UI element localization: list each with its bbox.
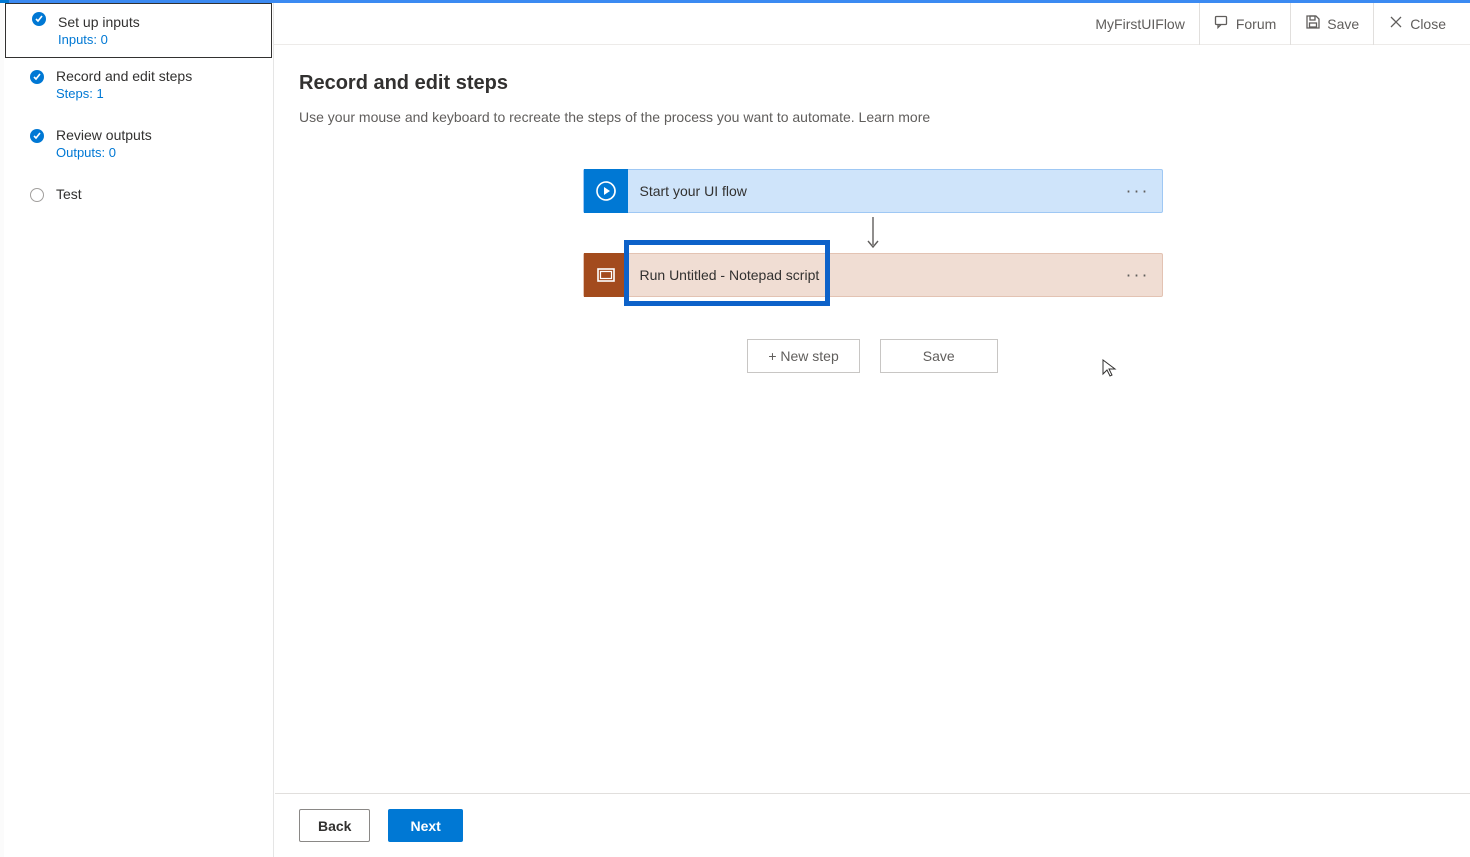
sidebar-step-sub: Steps: 1: [56, 86, 273, 101]
close-label: Close: [1410, 16, 1446, 32]
app-icon: [584, 253, 628, 297]
sidebar-step-title: Record and edit steps: [56, 68, 273, 84]
check-icon: [30, 129, 44, 143]
page-description: Use your mouse and keyboard to recreate …: [299, 109, 1446, 125]
next-button[interactable]: Next: [388, 809, 462, 842]
save-icon: [1305, 14, 1321, 33]
forum-label: Forum: [1236, 16, 1276, 32]
check-icon: [32, 12, 46, 26]
sidebar-step-sub: Inputs: 0: [58, 32, 271, 47]
card-start-ui-flow[interactable]: Start your UI flow ···: [583, 169, 1163, 213]
flow-canvas: Start your UI flow ··· Run Untitled - No…: [299, 169, 1446, 373]
sidebar-step-title: Set up inputs: [58, 14, 271, 30]
header-bar: MyFirstUIFlow Forum Save Close: [274, 3, 1470, 45]
close-icon: [1388, 14, 1404, 33]
main-content: Record and edit steps Use your mouse and…: [275, 46, 1470, 793]
new-step-button[interactable]: + New step: [747, 339, 859, 373]
back-button[interactable]: Back: [299, 809, 370, 842]
sidebar-step-review-outputs[interactable]: Review outputs Outputs: 0: [4, 121, 273, 166]
save-flow-button[interactable]: Save: [880, 339, 998, 373]
page-title: Record and edit steps: [299, 72, 1446, 95]
sidebar-step-title: Test: [56, 186, 273, 202]
card-start-label: Start your UI flow: [628, 183, 747, 199]
sidebar-step-title: Review outputs: [56, 127, 273, 143]
learn-more-link[interactable]: Learn more: [859, 109, 931, 125]
wizard-footer: Back Next: [275, 793, 1470, 857]
sidebar-step-test[interactable]: Test: [4, 180, 273, 208]
close-button[interactable]: Close: [1373, 3, 1460, 45]
description-text: Use your mouse and keyboard to recreate …: [299, 109, 859, 125]
play-icon: [584, 169, 628, 213]
ellipsis-icon[interactable]: ···: [1126, 181, 1150, 202]
sidebar-step-sub: Outputs: 0: [56, 145, 273, 160]
forum-icon: [1214, 14, 1230, 33]
action-row: + New step Save: [747, 339, 997, 373]
wizard-sidebar: Set up inputs Inputs: 0 Record and edit …: [4, 3, 274, 857]
ellipsis-icon[interactable]: ···: [1126, 265, 1150, 286]
circle-icon: [30, 188, 44, 202]
card-run-label: Run Untitled - Notepad script: [628, 267, 820, 283]
arrow-down-icon: [866, 213, 880, 253]
card-run-script[interactable]: Run Untitled - Notepad script ···: [583, 253, 1163, 297]
sidebar-step-record-edit[interactable]: Record and edit steps Steps: 1: [4, 62, 273, 107]
check-icon: [30, 70, 44, 84]
save-button[interactable]: Save: [1290, 3, 1373, 45]
forum-button[interactable]: Forum: [1199, 3, 1290, 45]
flow-name-label: MyFirstUIFlow: [1081, 16, 1198, 32]
save-header-label: Save: [1327, 16, 1359, 32]
sidebar-step-setup-inputs[interactable]: Set up inputs Inputs: 0: [5, 3, 272, 58]
